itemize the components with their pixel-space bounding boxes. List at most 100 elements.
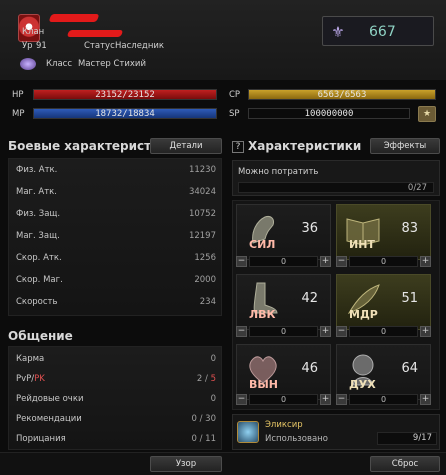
alloc-str: − 0 + [236, 256, 331, 268]
stat-row-mag-def: Маг. Защ. 12197 [8, 226, 220, 248]
status-value: Наследник [115, 41, 165, 51]
elixir-used-value: 9/17 [377, 432, 437, 445]
karma-value: 0 [210, 354, 216, 364]
pattern-button[interactable]: Узор [150, 456, 222, 472]
alloc-men: − 0 + [336, 394, 431, 406]
attr-value-int: 83 [401, 221, 418, 236]
mp-text: 18732/18834 [95, 109, 155, 119]
help-icon[interactable]: ? [232, 141, 244, 153]
stat-row-phys-atk: Физ. Атк. 11230 [8, 160, 220, 182]
attr-value-men: 64 [401, 361, 418, 376]
redacted-clan [66, 30, 124, 37]
plus-wit-button[interactable]: + [420, 326, 431, 337]
stat-value-mag-atk: 34024 [188, 187, 216, 197]
stat-label-atk-speed: Скор. Атк. [16, 253, 62, 263]
raid-points-row: Рейдовые очки 0 [8, 389, 220, 411]
alloc-dex-field[interactable]: 0 [249, 326, 318, 337]
reset-button[interactable]: Сброс [370, 456, 440, 472]
minus-wit-button[interactable]: − [336, 326, 347, 337]
stat-row-speed: Скорость 234 [8, 292, 220, 314]
spendable-box: Можно потратить 0/27 [232, 160, 440, 196]
stat-value-atk-speed: 1256 [194, 253, 216, 263]
minus-int-button[interactable]: − [336, 256, 347, 267]
attr-tile-men[interactable]: ДУХ 64 [336, 344, 431, 400]
redacted-name [48, 14, 100, 22]
stat-row-phys-def: Физ. Защ. 10752 [8, 204, 220, 226]
attr-name-int: ИНТ [349, 238, 375, 251]
alloc-men-field[interactable]: 0 [349, 394, 418, 405]
attr-tile-con[interactable]: ВЫН 46 [236, 344, 331, 400]
details-button[interactable]: Детали [150, 138, 222, 154]
alloc-str-field[interactable]: 0 [249, 256, 318, 267]
hp-bar: 23152/23152 [33, 89, 217, 100]
elixir-used-label: Использовано [265, 434, 328, 444]
sp-bar: 100000000 [248, 108, 410, 119]
crest-icon: ⚜ [331, 23, 345, 41]
raid-points-value: 0 [210, 394, 216, 404]
alloc-int-field[interactable]: 0 [349, 256, 418, 267]
points-value: 667 [369, 24, 396, 40]
class-icon [20, 58, 36, 70]
attr-name-wit: МДР [349, 308, 378, 321]
stat-label-mag-def: Маг. Защ. [16, 231, 60, 241]
plus-dex-button[interactable]: + [320, 326, 331, 337]
status-label: Статус [84, 41, 115, 51]
attr-tile-int[interactable]: ИНТ 83 [336, 204, 431, 260]
alloc-con: − 0 + [236, 394, 331, 406]
spendable-value: 0/27 [407, 183, 427, 193]
recommendations-row: Рекомендации 0 / 30 [8, 409, 220, 431]
pvp-pk-value-separator: / [202, 374, 211, 384]
hp-text: 23152/23152 [95, 90, 155, 100]
attr-name-str: СИЛ [249, 238, 276, 251]
pvp-pk-label: PvP/PK [16, 374, 45, 384]
attributes-title: Характеристики [248, 139, 362, 153]
pvp-label: PvP [16, 374, 32, 384]
cp-text: 6563/6563 [317, 90, 367, 100]
elixir-icon [237, 421, 259, 443]
alloc-wit-field[interactable]: 0 [349, 326, 418, 337]
plus-men-button[interactable]: + [420, 394, 431, 405]
cp-label: CP [229, 90, 241, 100]
stat-row-mag-atk: Маг. Атк. 34024 [8, 182, 220, 204]
points-badge: ⚜ 667 [322, 16, 434, 46]
stat-row-cast-speed: Скор. Маг. 2000 [8, 270, 220, 292]
alloc-con-field[interactable]: 0 [249, 394, 318, 405]
level-label: Ур [22, 41, 33, 51]
attr-value-dex: 42 [301, 291, 318, 306]
spendable-label: Можно потратить [238, 167, 319, 177]
reprimands-row: Порицания 0 / 11 [8, 429, 220, 451]
social-title: Общение [8, 329, 73, 343]
minus-men-button[interactable]: − [336, 394, 347, 405]
attr-name-dex: ЛВК [249, 308, 276, 321]
pvp-pk-value: 2 / 5 [197, 374, 216, 384]
sp-info-icon[interactable]: ★ [418, 106, 436, 122]
raid-points-label: Рейдовые очки [16, 394, 84, 404]
plus-str-button[interactable]: + [320, 256, 331, 267]
effects-button[interactable]: Эффекты [370, 138, 440, 154]
cp-bar: 6563/6563 [248, 89, 436, 100]
pk-value: 5 [210, 374, 216, 384]
mp-bar: 18732/18834 [33, 108, 217, 119]
sp-label: SP [229, 109, 240, 119]
pvp-pk-row: PvP/PK 2 / 5 [8, 369, 220, 391]
elixir-box: Эликсир Использовано 9/17 [232, 414, 440, 450]
minus-dex-button[interactable]: − [236, 326, 247, 337]
stat-label-cast-speed: Скор. Маг. [16, 275, 63, 285]
attr-tile-dex[interactable]: ЛВК 42 [236, 274, 331, 330]
spendable-track: 0/27 [238, 182, 434, 193]
stat-label-phys-def: Физ. Защ. [16, 209, 61, 219]
minus-str-button[interactable]: − [236, 256, 247, 267]
plus-int-button[interactable]: + [420, 256, 431, 267]
minus-con-button[interactable]: − [236, 394, 247, 405]
stat-value-phys-atk: 11230 [188, 165, 216, 175]
reprimands-label: Порицания [16, 434, 66, 444]
plus-con-button[interactable]: + [320, 394, 331, 405]
attr-tile-str[interactable]: СИЛ 36 [236, 204, 331, 260]
class-value: Мастер Стихий [78, 59, 146, 69]
level-value: 91 [36, 41, 47, 51]
pk-label: PK [34, 374, 45, 384]
stat-label-phys-atk: Физ. Атк. [16, 165, 58, 175]
attr-tile-wit[interactable]: МДР 51 [336, 274, 431, 330]
hp-label: HP [12, 90, 24, 100]
stat-value-cast-speed: 2000 [194, 275, 216, 285]
